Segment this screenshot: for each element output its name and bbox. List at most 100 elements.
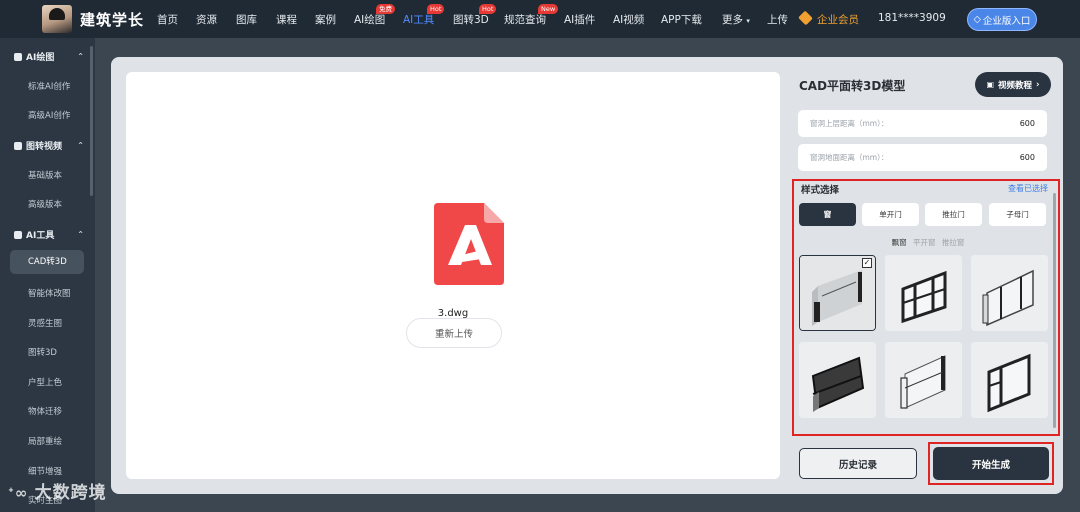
video-icon bbox=[14, 141, 22, 150]
type-double-door-button[interactable]: 子母门 bbox=[989, 203, 1046, 226]
start-generate-button[interactable]: 开始生成 bbox=[933, 447, 1049, 480]
sidebar-item-agent-edit[interactable]: 智能体改图 bbox=[28, 287, 71, 299]
nav-ai-plugin[interactable]: AI插件 bbox=[564, 12, 595, 27]
sidebar-item-advanced-ai[interactable]: 高级AI创作 bbox=[28, 109, 70, 121]
brand-name[interactable]: 建筑学长 bbox=[80, 9, 144, 30]
history-button[interactable]: 历史记录 bbox=[799, 448, 917, 479]
chevron-down-icon: ▾ bbox=[746, 17, 750, 25]
style-scrollbar[interactable] bbox=[1053, 193, 1056, 428]
sidebar-item-standard-ai[interactable]: 标准AI创作 bbox=[28, 80, 70, 92]
subtype-sliding-window[interactable]: 推拉窗 bbox=[942, 238, 965, 247]
checkbox-checked-icon: ✓ bbox=[862, 258, 872, 268]
window-subtypes: 飘窗 平开窗 推拉窗 bbox=[794, 237, 1062, 248]
toolbox-icon bbox=[14, 230, 22, 239]
type-window-button[interactable]: 窗 bbox=[799, 203, 856, 226]
type-single-door-button[interactable]: 单开门 bbox=[862, 203, 919, 226]
crown-icon bbox=[798, 10, 813, 26]
window-preview bbox=[885, 255, 962, 331]
play-icon: ▣ bbox=[986, 80, 995, 89]
panel-title: CAD平面转3D模型 bbox=[799, 79, 906, 93]
sidebar-item-cad-to-3d[interactable]: CAD转3D bbox=[10, 250, 84, 274]
enterprise-entry-label: 企业版入口 bbox=[982, 15, 1031, 27]
nav-ai-tools-label: AI工具 bbox=[403, 14, 435, 26]
top-navbar: 建筑学长 首页 资源 图库 课程 案例 AI绘图 免费 AI工具 Hot 图转3… bbox=[0, 0, 1080, 38]
nav-more-label: 更多 bbox=[722, 14, 743, 26]
subtype-bay-window[interactable]: 飘窗 bbox=[892, 238, 907, 247]
sidebar-group-label: 图转视频 bbox=[26, 142, 63, 152]
sidebar-scrollbar[interactable] bbox=[90, 46, 93, 196]
sidebar-item-advanced-version[interactable]: 高级版本 bbox=[28, 198, 62, 210]
badge-free: 免费 bbox=[376, 4, 395, 14]
sidebar-item-detail-enhance[interactable]: 细节增强 bbox=[28, 465, 62, 477]
badge-new: New bbox=[538, 4, 559, 14]
nav-code-search-label: 规范查询 bbox=[504, 14, 546, 26]
watermark: ᐩ∞ 大数跨境 bbox=[8, 478, 107, 503]
enterprise-entry-button[interactable]: ◇ 企业版入口 bbox=[967, 8, 1037, 31]
nav-image-to-3d-label: 图转3D bbox=[453, 14, 489, 26]
autocad-file-icon bbox=[434, 203, 504, 285]
window-preview bbox=[971, 255, 1048, 331]
sidebar-group-image-to-video[interactable]: 图转视频 ⌃ bbox=[14, 139, 84, 152]
watermark-text: 大数跨境 bbox=[34, 483, 107, 503]
nav-home[interactable]: 首页 bbox=[157, 12, 178, 27]
nav-ai-tools[interactable]: AI工具 Hot bbox=[403, 4, 445, 27]
window-preview bbox=[885, 342, 962, 418]
nav-code-search[interactable]: 规范查询 New bbox=[504, 4, 559, 27]
user-phone[interactable]: 181****3909 bbox=[878, 12, 946, 24]
nav-ai-drawing-label: AI绘图 bbox=[354, 14, 386, 26]
chevron-up-icon: ⌃ bbox=[77, 52, 84, 61]
style-thumbnail[interactable] bbox=[885, 255, 962, 331]
sidebar-item-inpaint[interactable]: 局部重绘 bbox=[28, 435, 62, 447]
chevron-up-icon: ⌃ bbox=[77, 230, 84, 239]
style-thumbnail[interactable] bbox=[971, 342, 1048, 418]
nav-ai-drawing[interactable]: AI绘图 免费 bbox=[354, 4, 395, 27]
field-label: 窗洞地面距离（mm）： bbox=[810, 153, 889, 162]
nav-image-to-3d[interactable]: 图转3D Hot bbox=[453, 4, 497, 27]
watermark-logo-icon: ᐩ∞ bbox=[8, 484, 35, 502]
video-tutorial-label: 视频教程 bbox=[998, 80, 1033, 91]
nav-ai-video[interactable]: AI视频 bbox=[613, 12, 644, 27]
style-title: 样式选择 bbox=[801, 185, 840, 196]
sidebar: AI绘图 ⌃ 标准AI创作 高级AI创作 图转视频 ⌃ 基础版本 高级版本 AI… bbox=[0, 38, 95, 512]
style-thumbnail[interactable] bbox=[971, 255, 1048, 331]
upload-canvas[interactable]: 3.dwg 重新上传 bbox=[126, 72, 780, 479]
generate-highlight: 开始生成 bbox=[928, 442, 1054, 485]
field-value[interactable]: 600 bbox=[1020, 119, 1035, 128]
diamond-icon: ◇ bbox=[973, 14, 981, 25]
sidebar-group-ai-tools[interactable]: AI工具 ⌃ bbox=[14, 228, 84, 241]
sidebar-item-floorplan-color[interactable]: 户型上色 bbox=[28, 376, 62, 388]
style-thumbnail[interactable]: ✓ bbox=[799, 255, 876, 331]
chevron-right-icon: › bbox=[1036, 79, 1040, 90]
sidebar-group-ai-drawing[interactable]: AI绘图 ⌃ bbox=[14, 50, 84, 63]
view-selected-link[interactable]: 查看已选择 bbox=[1008, 183, 1048, 194]
style-thumbnail[interactable] bbox=[885, 342, 962, 418]
window-floor-distance-field[interactable]: 窗洞地面距离（mm）： 600 bbox=[798, 144, 1047, 171]
member-label[interactable]: 企业会员 bbox=[817, 12, 859, 27]
sidebar-item-object-transfer[interactable]: 物体迁移 bbox=[28, 405, 62, 417]
style-thumbnail[interactable] bbox=[799, 342, 876, 418]
video-tutorial-button[interactable]: ▣ 视频教程 › bbox=[975, 72, 1051, 97]
sidebar-item-image-to-3d[interactable]: 图转3D bbox=[28, 346, 57, 358]
window-preview bbox=[971, 342, 1048, 418]
nav-gallery[interactable]: 图库 bbox=[236, 12, 257, 27]
window-top-distance-field[interactable]: 窗洞上层距离（mm）： 600 bbox=[798, 110, 1047, 137]
nav-resources[interactable]: 资源 bbox=[196, 12, 217, 27]
sidebar-group-label: AI工具 bbox=[26, 231, 55, 241]
nav-courses[interactable]: 课程 bbox=[276, 12, 297, 27]
chevron-up-icon: ⌃ bbox=[77, 141, 84, 150]
style-selection-section: 样式选择 查看已选择 窗 单开门 推拉门 子母门 飘窗 平开窗 推拉窗 ✓ bbox=[792, 179, 1060, 436]
type-sliding-door-button[interactable]: 推拉门 bbox=[925, 203, 982, 226]
nav-more[interactable]: 更多 ▾ bbox=[722, 12, 750, 27]
field-value[interactable]: 600 bbox=[1020, 153, 1035, 162]
nav-app-download[interactable]: APP下载 bbox=[661, 12, 702, 27]
sidebar-item-basic-version[interactable]: 基础版本 bbox=[28, 169, 62, 181]
reupload-button[interactable]: 重新上传 bbox=[406, 318, 502, 348]
logo-avatar[interactable] bbox=[42, 5, 72, 33]
nav-cases[interactable]: 案例 bbox=[315, 12, 336, 27]
subtype-casement-window[interactable]: 平开窗 bbox=[913, 238, 936, 247]
badge-hot: Hot bbox=[479, 4, 497, 14]
sidebar-item-inspiration[interactable]: 灵感生图 bbox=[28, 317, 62, 329]
badge-hot: Hot bbox=[427, 4, 445, 14]
field-label: 窗洞上层距离（mm）： bbox=[810, 119, 889, 128]
nav-upload[interactable]: 上传 bbox=[767, 12, 788, 27]
